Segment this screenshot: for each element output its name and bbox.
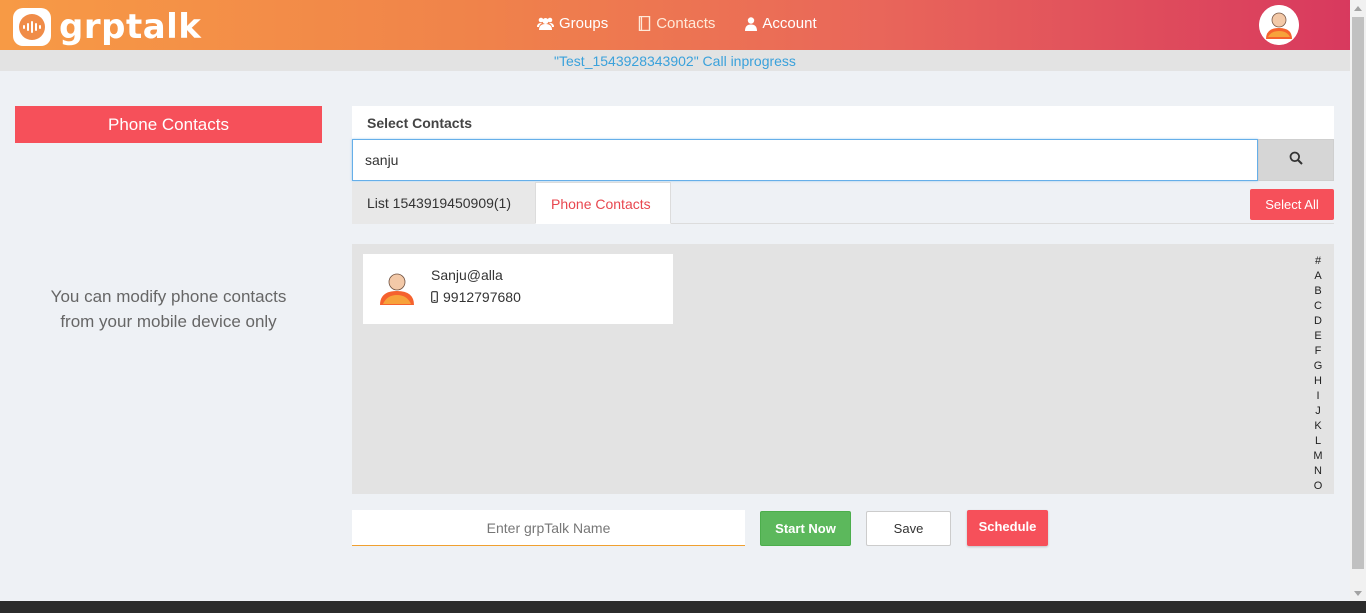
contact-phone: 9912797680 <box>431 289 521 305</box>
contact-card[interactable]: Sanju@alla 9912797680 <box>363 254 673 324</box>
nav-contacts-label: Contacts <box>656 15 716 32</box>
alpha-index-item[interactable]: A <box>1314 269 1321 284</box>
page-scrollbar[interactable] <box>1350 0 1366 601</box>
contact-phone-number: 9912797680 <box>443 289 521 305</box>
main-nav: Groups Contacts Account <box>537 15 817 32</box>
alpha-index-item[interactable]: L <box>1315 434 1321 449</box>
note-line-1: You can modify phone contacts <box>50 287 287 306</box>
scroll-down-arrow-icon[interactable] <box>1350 585 1366 601</box>
address-book-icon <box>638 16 651 31</box>
logo-text: grptalk <box>59 7 202 47</box>
phone-contacts-title: Phone Contacts <box>15 106 322 143</box>
profile-avatar[interactable] <box>1259 5 1299 45</box>
save-button[interactable]: Save <box>866 511 951 546</box>
call-status-text[interactable]: "Test_1543928343902" Call inprogress <box>554 53 796 69</box>
scroll-up-arrow-icon[interactable] <box>1350 0 1366 16</box>
nav-contacts[interactable]: Contacts <box>638 15 715 32</box>
contact-tabs: List 1543919450909(1) Phone Contacts <box>352 182 1334 224</box>
nav-account-label: Account <box>762 15 817 32</box>
tab-phone-contacts[interactable]: Phone Contacts <box>535 182 671 224</box>
search-button[interactable] <box>1258 139 1334 181</box>
alpha-index-item[interactable]: # <box>1315 254 1321 269</box>
modify-contacts-note: You can modify phone contacts from your … <box>15 284 322 334</box>
alpha-index-item[interactable]: N <box>1314 464 1322 479</box>
alpha-index-item[interactable]: H <box>1314 374 1322 389</box>
alpha-index-item[interactable]: K <box>1314 419 1321 434</box>
alpha-index-item[interactable]: F <box>1315 344 1322 359</box>
contact-search-input[interactable] <box>352 139 1258 181</box>
tab-list[interactable]: List 1543919450909(1) <box>352 182 535 224</box>
select-all-button[interactable]: Select All <box>1250 189 1334 220</box>
alpha-index-item[interactable]: M <box>1313 449 1322 464</box>
contact-avatar-icon <box>378 271 416 305</box>
grptalk-name-input[interactable] <box>352 510 745 546</box>
contacts-list: Sanju@alla 9912797680 <box>352 244 1334 494</box>
alpha-index-item[interactable]: C <box>1314 299 1322 314</box>
alpha-index-item[interactable]: E <box>1314 329 1321 344</box>
nav-account[interactable]: Account <box>745 15 817 32</box>
alphabet-index: # A B C D E F G H I J K L M N O <box>1312 254 1324 494</box>
logo[interactable]: grptalk <box>13 8 201 46</box>
logo-icon <box>13 8 51 46</box>
alpha-index-item[interactable]: J <box>1315 404 1321 419</box>
select-contacts-title: Select Contacts <box>352 106 1334 139</box>
users-icon <box>537 17 554 30</box>
alpha-index-item[interactable]: G <box>1314 359 1323 374</box>
alpha-index-item[interactable]: I <box>1316 389 1319 404</box>
contact-name: Sanju@alla <box>431 267 503 283</box>
page-footer <box>0 601 1366 613</box>
search-icon <box>1289 151 1303 170</box>
mobile-icon <box>431 291 438 303</box>
alpha-index-item[interactable]: O <box>1314 479 1323 494</box>
start-now-button[interactable]: Start Now <box>760 511 851 546</box>
alpha-index-item[interactable]: D <box>1314 314 1322 329</box>
scrollbar-thumb[interactable] <box>1352 17 1364 569</box>
user-icon <box>745 16 758 31</box>
schedule-button[interactable]: Schedule <box>967 510 1048 546</box>
nav-groups[interactable]: Groups <box>537 15 608 32</box>
call-status-bar: "Test_1543928343902" Call inprogress <box>0 50 1350 71</box>
top-header: grptalk Groups Contacts Account <box>0 0 1350 50</box>
alpha-index-item[interactable]: B <box>1314 284 1321 299</box>
nav-groups-label: Groups <box>559 15 609 32</box>
note-line-2: from your mobile device only <box>60 312 277 331</box>
